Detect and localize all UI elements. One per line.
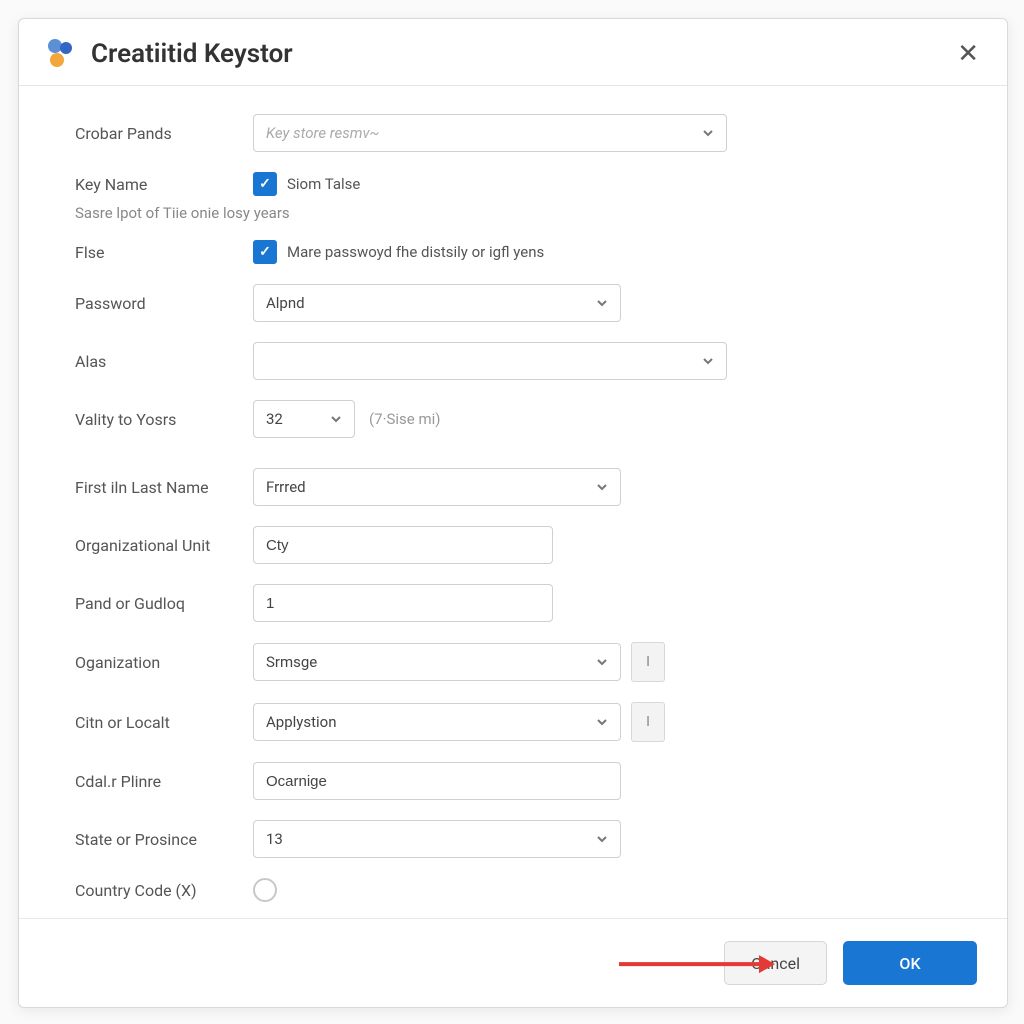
organization-value: Srmsge <box>266 653 317 671</box>
chevron-down-icon <box>702 127 714 139</box>
chevron-down-icon <box>596 481 608 493</box>
city-select[interactable]: Applystion <box>253 703 621 741</box>
state-value: 13 <box>266 830 283 848</box>
key-name-subtext: Sasre lpot of Tiie onie losy years <box>75 204 967 222</box>
dialog-footer: Cancel OK <box>19 918 1007 1007</box>
validity-value: 32 <box>266 410 283 428</box>
organization-aux-button[interactable]: I <box>631 642 665 682</box>
country-radio[interactable] <box>253 878 277 902</box>
annotation-arrow-icon <box>619 953 775 973</box>
dialog-title: Creatiitid Keystor <box>91 39 293 69</box>
city-aux-button[interactable]: I <box>631 702 665 742</box>
validity-hint: (7·Sise mi) <box>369 410 440 428</box>
store-path-placeholder: Key store resmv~ <box>266 124 379 142</box>
organization-select[interactable]: Srmsge <box>253 643 621 681</box>
store-path-label: Crobar Pands <box>75 124 253 143</box>
first-last-value: Frrred <box>266 478 306 496</box>
pand-input[interactable] <box>253 584 553 622</box>
flse-checkbox-label: Mare passwoyd fhe distsily or igfl yens <box>287 243 544 261</box>
titlebar: Creatiitid Keystor ✕ <box>19 19 1007 86</box>
store-path-select[interactable]: Key store resmv~ <box>253 114 727 152</box>
chevron-down-icon <box>596 833 608 845</box>
cdalr-label: Cdal.r Plinre <box>75 772 253 791</box>
app-logo-icon <box>43 37 77 71</box>
validity-label: Vality to Yosrs <box>75 410 253 429</box>
city-label: Citn or Localt <box>75 713 253 732</box>
state-label: State or Prosince <box>75 830 253 849</box>
org-unit-label: Organizational Unit <box>75 536 253 555</box>
form-body: Crobar Pands Key store resmv~ Key Name S… <box>19 86 1007 918</box>
first-last-label: First iln Last Name <box>75 478 253 497</box>
flse-checkbox[interactable] <box>253 240 277 264</box>
country-label: Country Code (X) <box>75 881 253 900</box>
alias-select[interactable] <box>253 342 727 380</box>
chevron-down-icon <box>330 413 342 425</box>
ok-button[interactable]: OK <box>843 941 977 985</box>
first-last-select[interactable]: Frrred <box>253 468 621 506</box>
alias-label: Alas <box>75 352 253 371</box>
key-name-checkbox-label: Siom Talse <box>287 175 360 193</box>
password-select[interactable]: Alpnd <box>253 284 621 322</box>
flse-label: Flse <box>75 243 253 262</box>
title-left: Creatiitid Keystor <box>43 37 293 71</box>
cdalr-input[interactable] <box>253 762 621 800</box>
dialog-window: Creatiitid Keystor ✕ Crobar Pands Key st… <box>18 18 1008 1008</box>
close-icon[interactable]: ✕ <box>957 41 979 67</box>
org-unit-input[interactable] <box>253 526 553 564</box>
key-name-checkbox[interactable] <box>253 172 277 196</box>
password-label: Password <box>75 294 253 313</box>
chevron-down-icon <box>702 355 714 367</box>
validity-select[interactable]: 32 <box>253 400 355 438</box>
password-value: Alpnd <box>266 294 305 312</box>
city-value: Applystion <box>266 713 337 731</box>
chevron-down-icon <box>596 656 608 668</box>
pand-label: Pand or Gudloq <box>75 594 253 613</box>
state-select[interactable]: 13 <box>253 820 621 858</box>
organization-label: Oganization <box>75 653 253 672</box>
chevron-down-icon <box>596 716 608 728</box>
chevron-down-icon <box>596 297 608 309</box>
key-name-label: Key Name <box>75 175 253 194</box>
